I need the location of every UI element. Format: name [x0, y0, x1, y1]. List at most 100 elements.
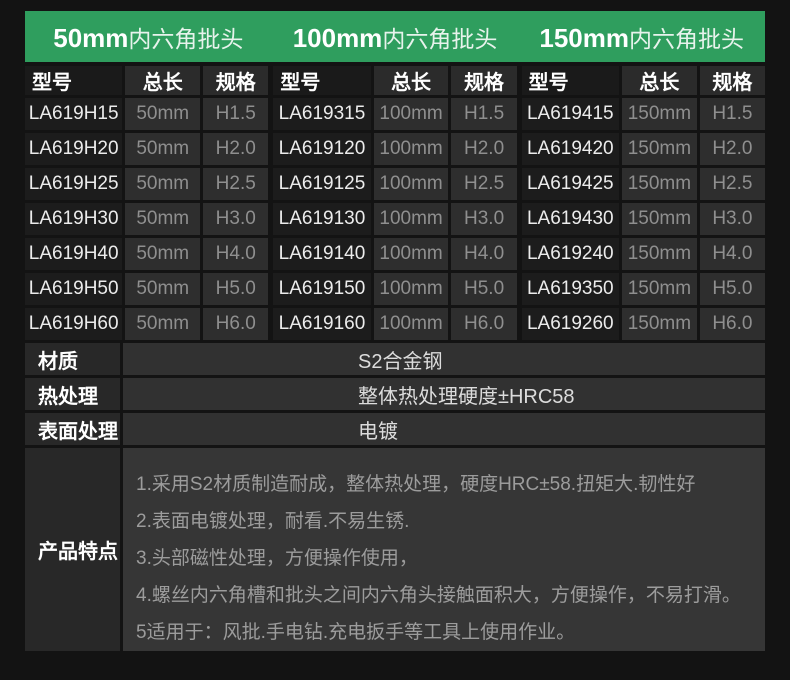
- feature-line: 3.头部磁性处理，方便操作使用，: [136, 548, 418, 569]
- length-cell: 150mm: [621, 273, 697, 305]
- title-suffix-50: 内六角批头: [128, 25, 244, 52]
- material-label: 材质: [25, 343, 120, 375]
- heat-treatment-label: 热处理: [25, 378, 120, 410]
- spec-cell: H6.0: [451, 308, 517, 340]
- table-row: LA619425 150mm H2.5: [521, 168, 765, 200]
- model-cell: LA619130: [273, 203, 371, 235]
- header-cell-length: 总长: [373, 66, 449, 95]
- spec-cell: H2.0: [203, 133, 269, 165]
- material-value: S2合金钢: [123, 343, 765, 375]
- table-row: LA619120 100mm H2.0: [273, 133, 517, 165]
- model-cell: LA619H20: [25, 133, 123, 165]
- model-cell: LA619425: [521, 168, 619, 200]
- spec-cell: H6.0: [699, 308, 765, 340]
- model-cell: LA619160: [273, 308, 371, 340]
- length-cell: 100mm: [373, 203, 449, 235]
- surface-treatment-row: 表面处理 电镀: [25, 413, 765, 445]
- heat-treatment-row: 热处理 整体热处理硬度±HRC58: [25, 378, 765, 410]
- model-cell: LA619350: [521, 273, 619, 305]
- table-row: LA619315 100mm H1.5: [273, 98, 517, 130]
- header-row: 型号 总长 规格: [25, 66, 269, 95]
- spec-cell: H2.0: [699, 133, 765, 165]
- spec-table: 型号 总长 规格 LA619H15 50mm H1.5 LA619H20 50mm H2.0 LA…: [25, 66, 765, 343]
- spec-cell: H1.5: [699, 98, 765, 130]
- spec-cell: H6.0: [203, 308, 269, 340]
- title-size-50: 50mm: [53, 22, 129, 53]
- features-label: 产品特点: [25, 448, 120, 651]
- length-cell: 100mm: [373, 98, 449, 130]
- table-group-150mm: 型号 总长 规格 LA619415 150mm H1.5 LA619420 150mm H2.0…: [521, 66, 765, 343]
- length-cell: 100mm: [373, 168, 449, 200]
- header-cell-spec: 规格: [699, 66, 765, 95]
- table-row: LA619420 150mm H2.0: [521, 133, 765, 165]
- spec-cell: H3.0: [203, 203, 269, 235]
- model-cell: LA619420: [521, 133, 619, 165]
- spec-cell: H5.0: [451, 273, 517, 305]
- product-spec-sheet: 50mm内六角批头 100mm内六角批头 150mm内六角批头 型号 总长 规格 LA…: [25, 11, 765, 651]
- table-row: LA619240 150mm H4.0: [521, 238, 765, 270]
- model-cell: LA619430: [521, 203, 619, 235]
- length-cell: 150mm: [621, 308, 697, 340]
- length-cell: 150mm: [621, 238, 697, 270]
- length-cell: 100mm: [373, 273, 449, 305]
- model-cell: LA619125: [273, 168, 371, 200]
- spec-cell: H3.0: [699, 203, 765, 235]
- header-cell-model: 型号: [273, 66, 371, 95]
- model-cell: LA619315: [273, 98, 371, 130]
- header-cell-spec: 规格: [203, 66, 269, 95]
- title-suffix-100: 内六角批头: [382, 25, 498, 52]
- header-row: 型号 总长 规格: [521, 66, 765, 95]
- length-cell: 50mm: [125, 168, 201, 200]
- table-row: LA619350 150mm H5.0: [521, 273, 765, 305]
- title-50mm: 50mm内六角批头: [25, 20, 272, 54]
- feature-line: 5适用于：风批.手电钻.充电扳手等工具上使用作业。: [136, 622, 576, 643]
- heat-treatment-value: 整体热处理硬度±HRC58: [123, 378, 765, 410]
- model-cell: LA619H50: [25, 273, 123, 305]
- table-row: LA619H25 50mm H2.5: [25, 168, 269, 200]
- table-group-100mm: 型号 总长 规格 LA619315 100mm H1.5 LA619120 100mm H2.0…: [273, 66, 517, 343]
- header-cell-model: 型号: [25, 66, 123, 95]
- header-cell-length: 总长: [621, 66, 697, 95]
- header-cell-spec: 规格: [451, 66, 517, 95]
- model-cell: LA619260: [521, 308, 619, 340]
- spec-cell: H4.0: [451, 238, 517, 270]
- header-cell-model: 型号: [521, 66, 619, 95]
- material-row: 材质 S2合金钢: [25, 343, 765, 375]
- length-cell: 100mm: [373, 133, 449, 165]
- length-cell: 100mm: [373, 308, 449, 340]
- surface-treatment-value: 电镀: [123, 413, 765, 445]
- model-cell: LA619240: [521, 238, 619, 270]
- title-suffix-150: 内六角批头: [628, 25, 744, 52]
- spec-cell: H4.0: [699, 238, 765, 270]
- model-cell: LA619H15: [25, 98, 123, 130]
- spec-cell: H5.0: [699, 273, 765, 305]
- title-bar: 50mm内六角批头 100mm内六角批头 150mm内六角批头: [25, 11, 765, 62]
- length-cell: 50mm: [125, 203, 201, 235]
- table-row: LA619130 100mm H3.0: [273, 203, 517, 235]
- spec-cell: H5.0: [203, 273, 269, 305]
- features-body: 1.采用S2材质制造耐成，整体热处理，硬度HRC±58.扭矩大.韧性好 2.表面…: [123, 448, 765, 651]
- title-100mm: 100mm内六角批头: [272, 20, 519, 54]
- model-cell: LA619150: [273, 273, 371, 305]
- length-cell: 50mm: [125, 308, 201, 340]
- spec-cell: H2.0: [451, 133, 517, 165]
- feature-line: 1.采用S2材质制造耐成，整体热处理，硬度HRC±58.扭矩大.韧性好: [136, 474, 696, 495]
- title-150mm: 150mm内六角批头: [518, 20, 765, 54]
- header-row: 型号 总长 规格: [273, 66, 517, 95]
- spec-cell: H3.0: [451, 203, 517, 235]
- model-cell: LA619120: [273, 133, 371, 165]
- table-row: LA619H20 50mm H2.0: [25, 133, 269, 165]
- table-row: LA619430 150mm H3.0: [521, 203, 765, 235]
- model-cell: LA619H60: [25, 308, 123, 340]
- feature-line: 4.螺丝内六角槽和批头之间内六角头接触面积大，方便操作，不易打滑。: [136, 585, 741, 606]
- length-cell: 150mm: [621, 98, 697, 130]
- table-row: LA619260 150mm H6.0: [521, 308, 765, 340]
- spec-cell: H1.5: [451, 98, 517, 130]
- length-cell: 50mm: [125, 273, 201, 305]
- table-row: LA619160 100mm H6.0: [273, 308, 517, 340]
- features-row: 产品特点 1.采用S2材质制造耐成，整体热处理，硬度HRC±58.扭矩大.韧性好…: [25, 448, 765, 651]
- spec-cell: H2.5: [451, 168, 517, 200]
- table-row: LA619H60 50mm H6.0: [25, 308, 269, 340]
- table-row: LA619150 100mm H5.0: [273, 273, 517, 305]
- model-cell: LA619H25: [25, 168, 123, 200]
